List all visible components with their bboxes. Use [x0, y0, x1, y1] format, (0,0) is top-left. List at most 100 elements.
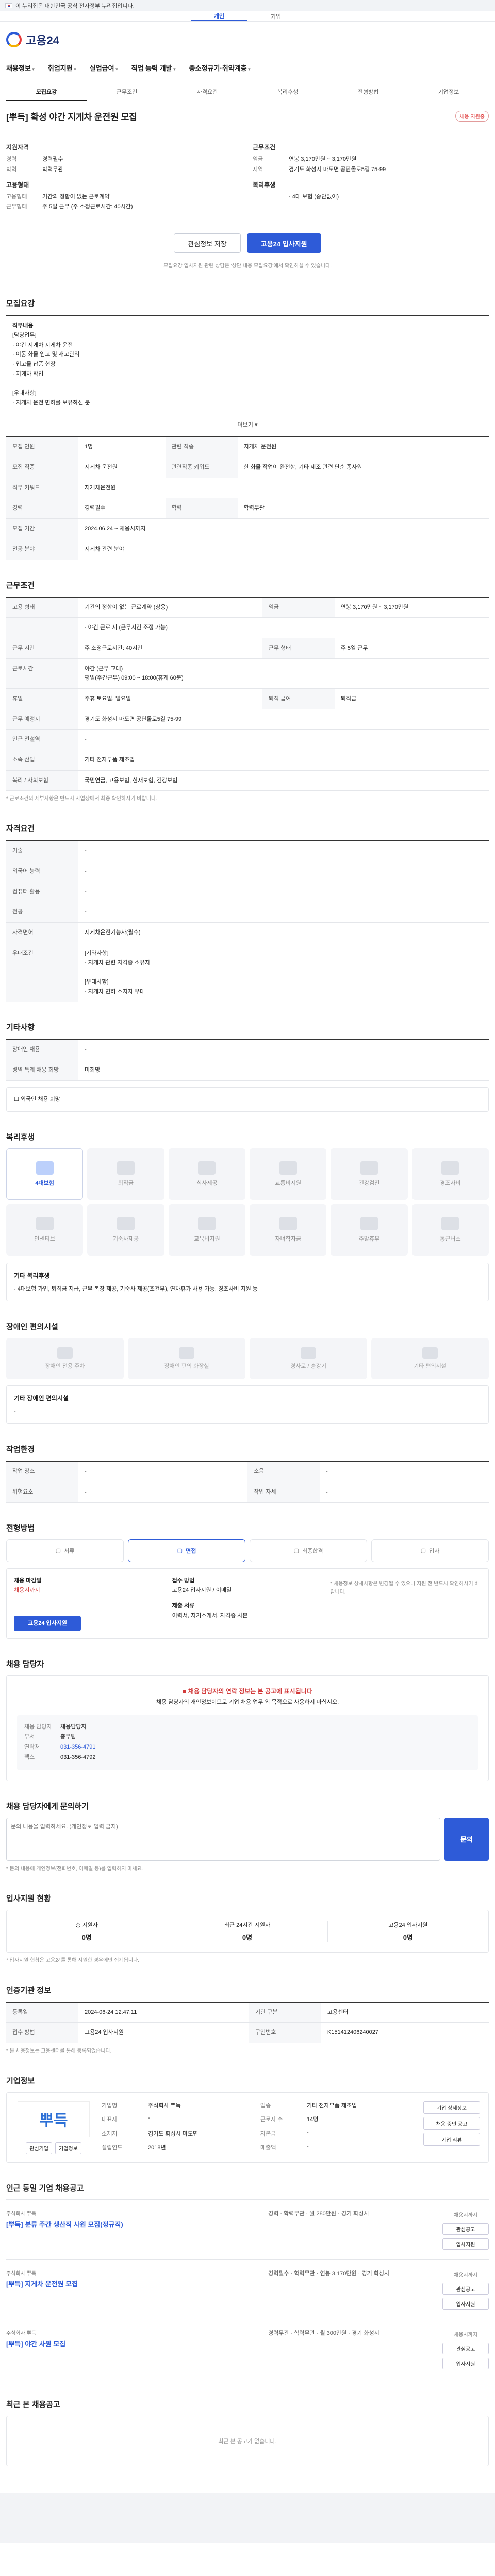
- other-job-title[interactable]: [뿌득] 야간 사원 모집: [6, 2338, 259, 2348]
- section-title: 모집요강: [6, 299, 35, 309]
- save-job-button[interactable]: 관심정보 저장: [174, 233, 241, 253]
- table-row: 근무 예정지 경기도 화성시 마도면 공단돌로5길 75-99: [6, 709, 489, 730]
- apply-button[interactable]: 고용24 입사지원: [246, 233, 321, 253]
- table-row: 휴일 주휴 토요일, 일요일 퇴직 급여 퇴직금: [6, 688, 489, 709]
- tab-qualification[interactable]: 자격요건: [167, 83, 248, 101]
- facility-item: 경사로 / 승강기: [250, 1338, 367, 1380]
- section-title: 최근 본 채용공고: [6, 2400, 60, 2410]
- table-key: 외국어 능력: [6, 861, 78, 882]
- site-header: 고용24: [0, 22, 495, 58]
- other-job-title[interactable]: [뿌득] 분류 주간 생산직 사원 모집(정규직): [6, 2219, 259, 2229]
- tab-recruit[interactable]: 모집요강: [6, 83, 87, 101]
- benefit-item: 식사제공: [168, 1148, 245, 1200]
- table-key: 경력: [6, 498, 78, 519]
- summary-value: 주 5일 근무 (주 소정근로시간: 40시간): [42, 204, 133, 210]
- logo-icon[interactable]: [6, 32, 22, 47]
- list-item[interactable]: 주식회사 뿌득 [뿌득] 분류 주간 생산직 사원 모집(정규직) 경력 · 학력…: [6, 2199, 489, 2259]
- conditions-table: 고용 형태 기간의 정함이 없는 근로계약 (상용) 임금 연봉 3,170만원 ~ …: [6, 596, 489, 791]
- summary-right: 근무조건 임금 연봉 3,170만원 ~ 3,170만원 지역 경기도 화성시 마도…: [253, 138, 489, 212]
- nav-item-training[interactable]: 직업 능력 개발: [131, 63, 176, 73]
- section-title: 채용 담당자: [6, 1660, 44, 1669]
- table-key: 기술: [6, 840, 78, 862]
- table-row: 근무 시간 주 소정근로시간: 40시간 근무 형태 주 5일 근무: [6, 638, 489, 659]
- tab-conditions[interactable]: 근무조건: [87, 83, 167, 101]
- summary-value: 경력필수: [42, 156, 63, 162]
- company-key: 업종: [260, 2103, 271, 2109]
- check-icon: ▢: [293, 1548, 299, 1554]
- favorite-company-button[interactable]: 관심기업: [26, 2142, 52, 2155]
- benefit-label: 건강검진: [358, 1180, 380, 1187]
- site-logo[interactable]: 고용24: [26, 31, 59, 48]
- table-value: -: [78, 729, 489, 750]
- recent-empty: 최근 본 공고가 없습니다.: [6, 2416, 489, 2467]
- benefit-detail-title: 기타 복리후생: [14, 1272, 50, 1280]
- apply-job-button[interactable]: 입사지원: [442, 2238, 489, 2250]
- other-job-title[interactable]: [뿌득] 지게차 운전원 모집: [6, 2279, 259, 2289]
- other-job-company: 주식회사 뿌득: [6, 2271, 36, 2277]
- benefit-label: 기숙사제공: [112, 1236, 139, 1243]
- table-key: 복리 / 사회보험: [6, 770, 78, 791]
- stat-label: 최근 24시간 지원자: [224, 1922, 271, 1928]
- tab-company[interactable]: 기업: [248, 11, 304, 21]
- apply-actions: 관심정보 저장 고용24 입사지원: [6, 221, 489, 261]
- summary-key: 경력: [6, 156, 17, 162]
- company-key: 소재지: [102, 2130, 118, 2137]
- more-link[interactable]: 더보기: [6, 413, 489, 436]
- company-detail-button[interactable]: 기업 상세정보: [423, 2101, 480, 2114]
- table-key: 우대조건: [6, 943, 78, 1003]
- qa-input[interactable]: [6, 1817, 441, 1861]
- tab-selection[interactable]: 전형방법: [328, 83, 408, 101]
- stat-item: 고용24 입사지원 0명: [328, 1921, 488, 1942]
- nav-item-sme[interactable]: 중소정규기·취약계층: [189, 63, 251, 73]
- tab-personal[interactable]: 개인: [191, 11, 248, 21]
- favorite-job-button[interactable]: 관심공고: [442, 2223, 489, 2235]
- list-item[interactable]: 주식회사 뿌득 [뿌득] 지게차 운전원 모집 경력필수 · 학력무관 · 연봉 …: [6, 2259, 489, 2319]
- contact-value[interactable]: 031-356-4791: [60, 1742, 96, 1753]
- facility-label: 기타 편의시설: [414, 1363, 447, 1370]
- method-value: 고용24 입사지원 / 이메일: [172, 1587, 232, 1594]
- summary-value: 학력무관: [42, 166, 63, 173]
- benefit-detail-box: 기타 복리후생 · 4대보험 가입, 퇴직금 지급, 근무 복장 제공, 기숙사…: [6, 1263, 489, 1302]
- favorite-job-button[interactable]: 관심공고: [442, 2343, 489, 2355]
- table-value: 주휴 토요일, 일요일: [78, 688, 262, 709]
- section-title: 전형방법: [6, 1523, 35, 1533]
- deadline-block: 채용 마감일 채용시까지 고용24 입사지원: [14, 1576, 165, 1632]
- company-jobs-button[interactable]: 채용 중인 공고: [423, 2117, 480, 2130]
- tab-benefits[interactable]: 복리후생: [248, 83, 328, 101]
- nav-item-employment-support[interactable]: 취업지원: [48, 63, 76, 73]
- table-row: 직무내용 [담당업무] · 야간 지게차 지게차 운전 · 이동 화물 입고 및 …: [6, 315, 489, 414]
- table-value: 기간의 정함이 없는 근로계약 (상용): [78, 597, 262, 618]
- apply-stats-section: 입사지원 현황 총 지원자 0명 최근 24시간 지원자 0명 고용24 입사지원 0…: [6, 1879, 489, 1971]
- company-value: -: [148, 2115, 150, 2122]
- other-jobs-section: 인근 동일 기업 채용공고 주식회사 뿌득 [뿌득] 분류 주간 생산직 사원 모…: [6, 2169, 489, 2385]
- table-key: 임금: [262, 597, 335, 618]
- table-key: 소속 산업: [6, 750, 78, 771]
- tab-company[interactable]: 기업정보: [408, 83, 489, 101]
- step-item: ▢ 최종합격: [250, 1539, 367, 1562]
- table-row: 접수 방법 고용24 입사지원 구인번호 K151412406240027: [6, 2022, 489, 2044]
- table-row: 근로시간 야간 (근무 교대) 평일(주간근무) 09:00 ~ 18:00(휴게…: [6, 658, 489, 689]
- apply-stats-note: * 입사지원 현황은 고용24를 통해 지원한 경우에만 집계됩니다.: [6, 1957, 140, 1963]
- apply-job-button[interactable]: 입사지원: [442, 2298, 489, 2310]
- table-row: 자격면허 지게차운전기능사(필수): [6, 922, 489, 943]
- apply-job-button[interactable]: 입사지원: [442, 2358, 489, 2370]
- qa-submit-button[interactable]: 문의: [444, 1817, 489, 1861]
- nav-item-jobs[interactable]: 채용정보: [6, 63, 35, 73]
- section-title: 기타사항: [6, 1023, 35, 1032]
- recruit-section: 모집요강 직무내용 [담당업무] · 야간 지게차 지게차 운전 · 이동 화물 …: [6, 284, 489, 566]
- benefit-detail-text: · 4대보험 가입, 퇴직금 지급, 근무 복장 제공, 기숙사 제공(조건부)…: [14, 1285, 258, 1292]
- table-key: 근무 예정지: [6, 709, 78, 730]
- favorite-job-button[interactable]: 관심공고: [442, 2283, 489, 2295]
- company-review-button[interactable]: 기업 리뷰: [423, 2133, 480, 2146]
- nav-item-unemployment[interactable]: 실업급여: [90, 63, 118, 73]
- benefit-item: 건강검진: [331, 1148, 408, 1200]
- main-nav: 채용정보 취업지원 실업급여 직업 능력 개발 중소정규기·취약계층: [0, 58, 495, 78]
- company-logo: 뿌득: [18, 2101, 90, 2138]
- list-item[interactable]: 주식회사 뿌득 [뿌득] 야간 사원 모집 경력무관 · 학력무관 · 월 300…: [6, 2319, 489, 2380]
- contact-row: 부서 총무팀: [24, 1732, 471, 1742]
- recent-section: 최근 본 채용공고 최근 본 공고가 없습니다.: [6, 2385, 489, 2472]
- apply-online-button[interactable]: 고용24 입사지원: [14, 1616, 81, 1632]
- checkbox-icon[interactable]: ☐: [14, 1096, 19, 1103]
- benefit-item: 자녀학자금: [249, 1204, 327, 1256]
- company-info-button[interactable]: 기업정보: [55, 2142, 81, 2155]
